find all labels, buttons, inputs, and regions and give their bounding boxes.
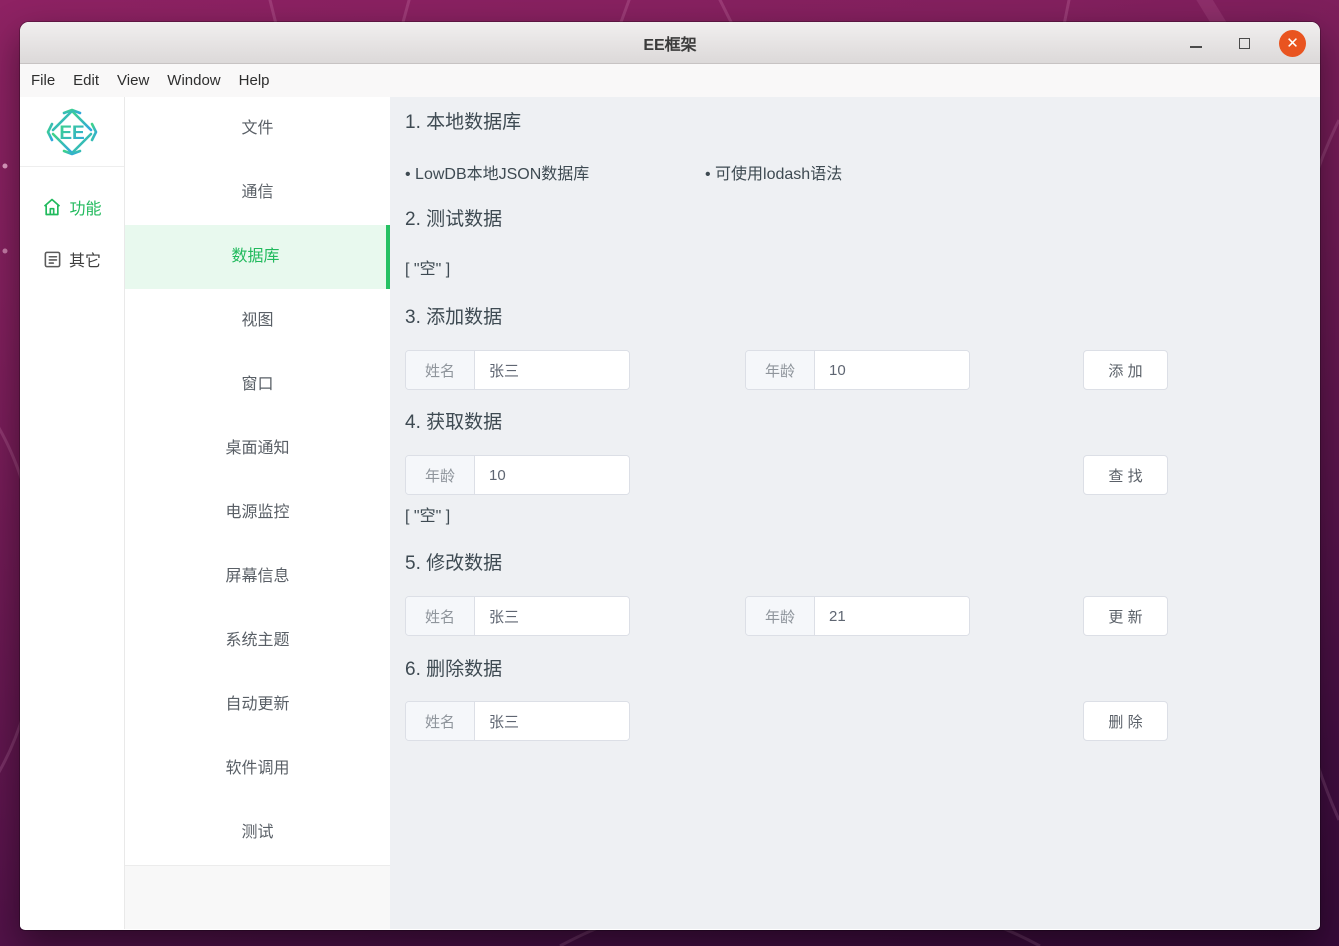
search-button[interactable]: 查 找 [1083,455,1168,495]
secondary-sidebar: 文件 通信 数据库 视图 窗口 桌面通知 电源监控 屏幕信息 系统主题 自动更新… [125,97,390,929]
sidebar-item-other[interactable]: 其它 [20,233,124,285]
add-button[interactable]: 添 加 [1083,350,1168,390]
update-age-group: 年龄 [745,596,970,636]
get-data-result: [ "空" ] [405,502,1320,526]
app-window: EE框架 ✕ File Edit View Window Help [20,22,1320,930]
list-icon [43,250,62,269]
nav-item-software-call[interactable]: 软件调用 [125,737,390,801]
delete-button[interactable]: 删 除 [1083,701,1168,741]
main-content: 1. 本地数据库 • LowDB本地JSON数据库 • 可使用lodash语法 … [390,97,1320,929]
add-name-group: 姓名 [405,350,630,390]
nav-item-view[interactable]: 视图 [125,289,390,353]
menu-window[interactable]: Window [158,64,229,97]
window-title: EE框架 [643,31,696,55]
add-name-label: 姓名 [406,351,475,389]
close-button[interactable]: ✕ [1279,30,1306,57]
test-data-result: [ "空" ] [405,255,1320,279]
primary-sidebar: EE 功能 其它 [20,97,125,929]
menu-view[interactable]: View [108,64,158,97]
home-icon [42,197,62,217]
app-logo: EE [20,97,124,167]
update-name-input[interactable] [475,597,629,635]
section-heading-delete-data: 6. 删除数据 [405,659,1320,681]
sidebar-item-label: 功能 [69,195,101,219]
nav-item-screen-info[interactable]: 屏幕信息 [125,545,390,609]
section-heading-local-db: 1. 本地数据库 [405,112,1320,134]
section-heading-add-data: 3. 添加数据 [405,307,1320,329]
section-heading-update-data: 5. 修改数据 [405,553,1320,575]
update-name-label: 姓名 [406,597,475,635]
update-age-label: 年龄 [746,597,815,635]
minimize-button[interactable] [1183,30,1209,56]
get-age-label: 年龄 [406,456,475,494]
add-name-input[interactable] [475,351,629,389]
update-button[interactable]: 更 新 [1083,596,1168,636]
svg-text:EE: EE [59,123,84,144]
menu-file[interactable]: File [22,64,64,97]
get-age-input[interactable] [475,456,629,494]
ee-logo-icon: EE [46,106,98,158]
menu-help[interactable]: Help [230,64,279,97]
nav-item-system-theme[interactable]: 系统主题 [125,609,390,673]
nav-item-communication[interactable]: 通信 [125,161,390,225]
update-age-input[interactable] [815,597,969,635]
nav-item-desktop-notification[interactable]: 桌面通知 [125,417,390,481]
get-age-group: 年龄 [405,455,630,495]
update-name-group: 姓名 [405,596,630,636]
nav-item-test[interactable]: 测试 [125,801,390,865]
add-age-label: 年龄 [746,351,815,389]
nav-item-auto-update[interactable]: 自动更新 [125,673,390,737]
delete-name-input[interactable] [475,702,629,740]
sidebar-item-label: 其它 [69,247,101,271]
section-heading-test-data: 2. 测试数据 [405,209,1320,231]
menu-edit[interactable]: Edit [64,64,108,97]
nav-item-window[interactable]: 窗口 [125,353,390,417]
sidebar-item-functions[interactable]: 功能 [20,181,124,233]
bullet-lodash: • 可使用lodash语法 [705,160,842,184]
delete-name-group: 姓名 [405,701,630,741]
nav-item-power-monitor[interactable]: 电源监控 [125,481,390,545]
maximize-button[interactable] [1231,30,1257,56]
delete-name-label: 姓名 [406,702,475,740]
menubar: File Edit View Window Help [20,64,1320,97]
nav-item-file[interactable]: 文件 [125,97,390,161]
add-age-group: 年龄 [745,350,970,390]
titlebar[interactable]: EE框架 ✕ [20,22,1320,64]
section-heading-get-data: 4. 获取数据 [405,412,1320,434]
sidebar-filler [125,865,390,929]
add-age-input[interactable] [815,351,969,389]
nav-item-database[interactable]: 数据库 [125,225,390,289]
bullet-lowdb: • LowDB本地JSON数据库 [405,160,705,184]
